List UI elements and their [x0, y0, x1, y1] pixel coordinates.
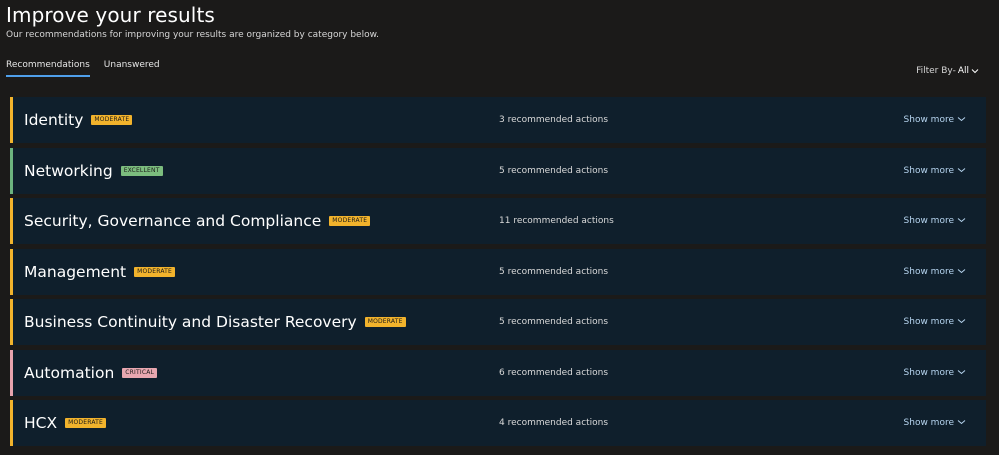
show-more-label: Show more	[903, 115, 954, 125]
category-card-business-continuity[interactable]: Business Continuity and Disaster Recover…	[10, 299, 986, 345]
chevron-down-icon	[957, 418, 966, 428]
category-name: Networking	[24, 161, 113, 180]
category-name: Identity	[24, 111, 84, 129]
show-more-button[interactable]: Show more	[904, 299, 966, 345]
filter-dropdown[interactable]: Filter By- All	[916, 66, 979, 76]
filter-value: All	[957, 66, 969, 76]
recommended-actions-count: 3 recommended actions	[499, 115, 609, 125]
status-badge: EXCELLENT	[120, 165, 163, 176]
chevron-down-icon	[957, 267, 966, 277]
page-subtitle: Our recommendations for improving your r…	[6, 30, 379, 40]
category-name: Security, Governance and Compliance	[24, 212, 322, 230]
show-more-label: Show more	[903, 266, 954, 277]
show-more-label: Show more	[903, 165, 954, 176]
category-card-networking[interactable]: Networking EXCELLENT 5 recommended actio…	[10, 147, 986, 194]
show-more-label: Show more	[903, 367, 954, 378]
category-list: Identity MODERATE 3 recommended actions …	[10, 97, 986, 451]
tab-recommendations[interactable]: Recommendations	[6, 60, 90, 77]
show-more-button[interactable]: Show more	[904, 400, 966, 446]
show-more-button[interactable]: Show more	[904, 198, 966, 244]
chevron-down-icon	[957, 368, 966, 378]
status-badge: MODERATE	[364, 317, 406, 327]
category-card-identity[interactable]: Identity MODERATE 3 recommended actions …	[10, 97, 986, 143]
recommended-actions-count: 5 recommended actions	[499, 266, 609, 277]
show-more-label: Show more	[903, 216, 954, 226]
chevron-down-icon	[957, 317, 966, 327]
tab-unanswered[interactable]: Unanswered	[104, 60, 160, 77]
category-name: Management	[24, 262, 127, 281]
show-more-label: Show more	[903, 418, 954, 428]
show-more-label: Show more	[903, 317, 954, 327]
category-name: Automation	[24, 363, 115, 382]
recommended-actions-count: 11 recommended actions	[499, 216, 614, 226]
filter-label: Filter By-	[916, 66, 956, 76]
chevron-down-icon	[957, 216, 966, 226]
category-card-hcx[interactable]: HCX MODERATE 4 recommended actions Show …	[10, 400, 986, 446]
recommended-actions-count: 6 recommended actions	[499, 367, 609, 378]
category-name: HCX	[24, 414, 58, 432]
tab-bar: Recommendations Unanswered	[6, 60, 160, 77]
chevron-down-icon	[957, 166, 966, 176]
status-badge: CRITICAL	[122, 367, 158, 378]
recommended-actions-count: 5 recommended actions	[499, 317, 609, 327]
status-badge: MODERATE	[329, 216, 371, 226]
status-badge: MODERATE	[134, 266, 176, 277]
recommended-actions-count: 4 recommended actions	[499, 418, 609, 428]
show-more-button[interactable]: Show more	[904, 97, 966, 143]
category-card-security-governance-compliance[interactable]: Security, Governance and Compliance MODE…	[10, 198, 986, 244]
page-title: Improve your results	[6, 3, 215, 27]
category-card-management[interactable]: Management MODERATE 5 recommended action…	[10, 248, 986, 295]
status-badge: MODERATE	[65, 418, 107, 428]
chevron-down-icon	[957, 115, 966, 125]
category-name: Business Continuity and Disaster Recover…	[24, 313, 357, 331]
show-more-button[interactable]: Show more	[904, 249, 966, 295]
page: Improve your results Our recommendations…	[0, 0, 999, 455]
show-more-button[interactable]: Show more	[904, 350, 966, 396]
chevron-down-icon	[971, 67, 979, 76]
show-more-button[interactable]: Show more	[904, 148, 966, 194]
status-badge: MODERATE	[91, 115, 133, 125]
category-card-automation[interactable]: Automation CRITICAL 6 recommended action…	[10, 349, 986, 396]
recommended-actions-count: 5 recommended actions	[499, 165, 609, 176]
